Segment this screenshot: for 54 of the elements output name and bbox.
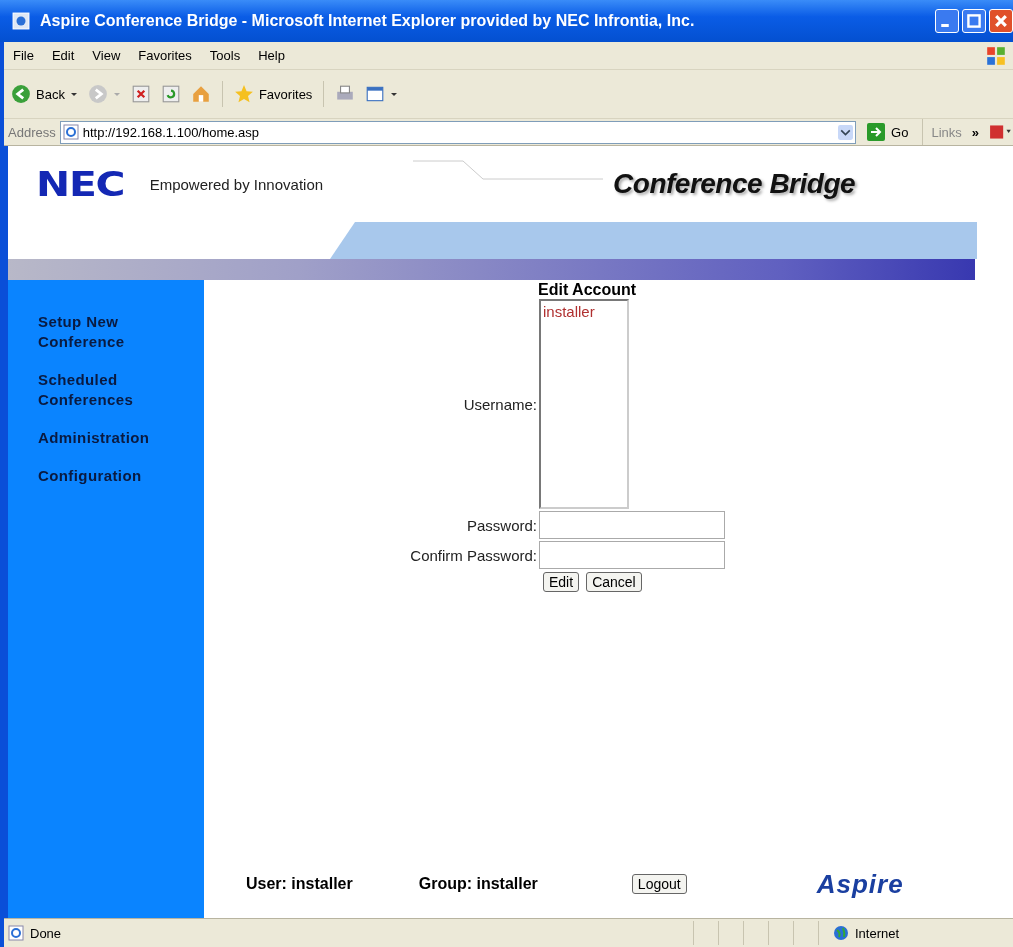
sidebar-link[interactable]: Administration: [38, 428, 168, 448]
password-label: Password:: [465, 516, 537, 534]
minimize-button[interactable]: [935, 9, 959, 33]
browser-icon: [12, 12, 30, 30]
menu-item[interactable]: Favorites: [129, 48, 201, 63]
caret-icon: [112, 90, 121, 98]
status-text: Done: [30, 925, 63, 941]
caret-icon: [390, 90, 399, 98]
form-title: Edit Account: [538, 280, 638, 299]
product-title: Conference Bridge: [613, 168, 856, 200]
favorites-button[interactable]: Favorites: [230, 82, 316, 106]
toolbar-icon[interactable]: [989, 123, 1013, 141]
sidebar-link[interactable]: Scheduled Conferences: [38, 370, 168, 410]
menu-item[interactable]: Tools: [200, 48, 250, 63]
window-icon: [365, 84, 386, 104]
brand-logo: Aspire: [816, 868, 904, 900]
cancel-button[interactable]: Cancel: [586, 572, 642, 592]
password-field[interactable]: [539, 511, 725, 539]
menu-item[interactable]: View: [83, 48, 130, 63]
star-icon: [233, 84, 254, 104]
windows-flag-icon: [985, 44, 1007, 67]
menu-item[interactable]: Edit: [42, 48, 84, 63]
back-button[interactable]: Back: [8, 82, 81, 106]
maximize-icon: [966, 13, 982, 29]
close-icon: [993, 13, 1009, 29]
minimize-icon: [941, 24, 949, 27]
menu-item[interactable]: File: [4, 48, 43, 63]
logout-button[interactable]: Logout: [631, 874, 687, 894]
edit-button[interactable]: Edit: [543, 572, 580, 592]
caret-icon: [69, 90, 78, 98]
username-label: Username:: [462, 395, 537, 413]
logo: NEC: [36, 164, 125, 204]
window-title: Aspire Conference Bridge - Microsoft Internet Explorer provided by NEC Infrontia, Inc.: [40, 12, 696, 30]
security-zone: Internet: [855, 925, 900, 941]
confirm-password-label: Confirm Password:: [409, 546, 537, 564]
tagline: Empowered by Innovation: [149, 175, 324, 193]
confirm-password-field[interactable]: [539, 541, 725, 569]
sidebar-link[interactable]: Setup New Conference: [38, 312, 168, 352]
globe-icon: [833, 925, 849, 941]
username-list[interactable]: installer: [539, 299, 629, 509]
more-links-button[interactable]: »: [971, 124, 979, 140]
address-field[interactable]: http://192.168.1.100/home.asp: [59, 120, 857, 144]
page-icon: [8, 925, 24, 941]
group-info: Group: installer: [418, 875, 538, 893]
list-option[interactable]: installer: [543, 303, 625, 320]
go-button[interactable]: Go: [860, 122, 915, 142]
user-info: User: installer: [246, 875, 353, 893]
menu-item[interactable]: Help: [249, 48, 294, 63]
close-button[interactable]: [989, 9, 1013, 33]
page-icon: [62, 124, 79, 140]
address-label: Address: [8, 124, 56, 140]
maximize-button[interactable]: [962, 9, 986, 33]
sidebar-link[interactable]: Configuration: [38, 466, 168, 486]
dropdown-icon[interactable]: [838, 124, 854, 140]
